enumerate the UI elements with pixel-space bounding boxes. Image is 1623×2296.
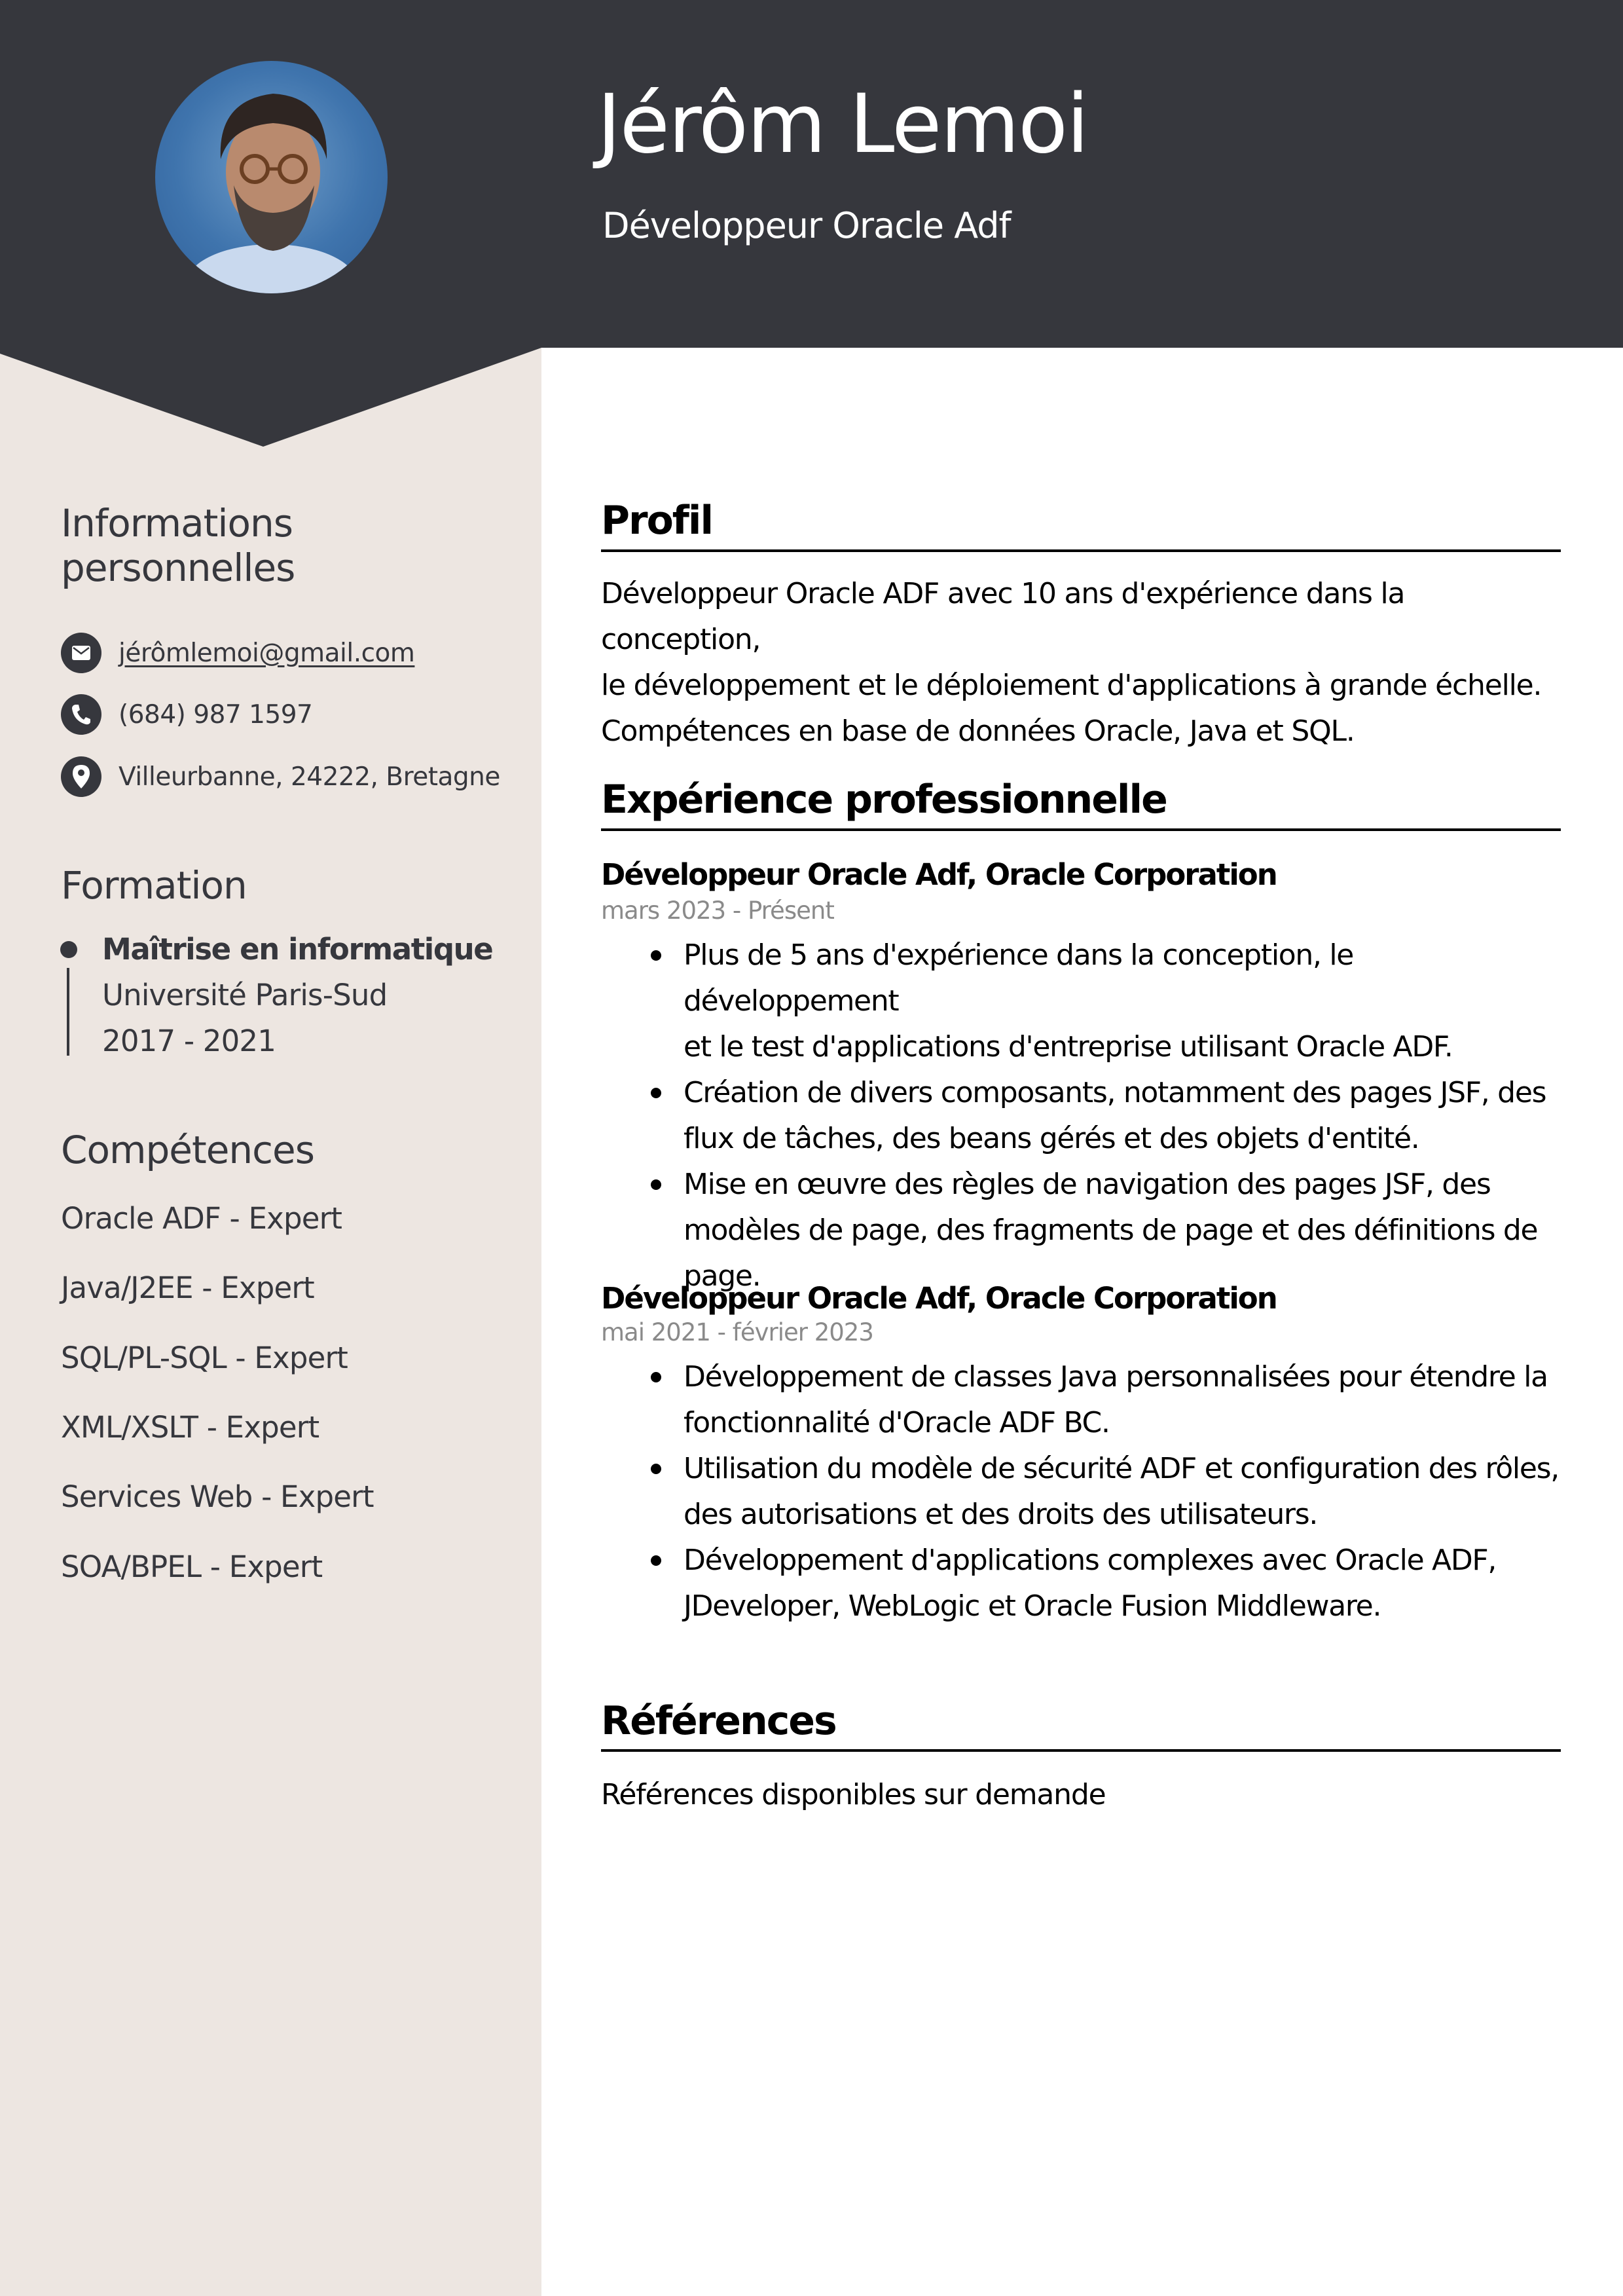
experience-divider [601, 828, 1561, 831]
job-dates: mars 2023 - Présent [601, 897, 835, 925]
bullet-icon [651, 1372, 661, 1382]
job-title: Développeur Oracle Adf, Oracle Corporati… [601, 1281, 1278, 1316]
personal-info-heading-line1: Informations [61, 501, 293, 546]
timeline-dot [60, 941, 77, 958]
skills-section: Compétences [61, 1128, 513, 1172]
bullet-icon [651, 1088, 661, 1098]
bullet-line: fonctionnalité d'Oracle ADF BC. [684, 1406, 1110, 1439]
map-pin-icon [61, 756, 101, 797]
profile-divider [601, 549, 1561, 552]
job-bullet: Développement de classes Java personnali… [651, 1354, 1561, 1446]
job-bullet: Plus de 5 ans d'expérience dans la conce… [651, 933, 1561, 1070]
profile-summary: Développeur Oracle ADF avec 10 ans d'exp… [601, 571, 1561, 754]
contact-phone: (684) 987 1597 [61, 694, 313, 735]
job-bullet: Mise en œuvre des règles de navigation d… [651, 1162, 1561, 1299]
bullet-line: Création de divers composants, notamment… [684, 1076, 1547, 1109]
location-text: Villeurbanne, 24222, Bretagne [119, 762, 500, 792]
phone-number: (684) 987 1597 [119, 699, 313, 730]
job-bullets: Plus de 5 ans d'expérience dans la conce… [651, 933, 1561, 1299]
references-heading: Références [601, 1698, 837, 1744]
bullet-line: Mise en œuvre des règles de navigation d… [684, 1168, 1491, 1201]
bullet-icon [651, 950, 661, 961]
bullet-line: Plus de 5 ans d'expérience dans la conce… [684, 938, 1354, 1018]
skill-item: Services Web - Expert [61, 1479, 374, 1514]
job-bullet: Développement d'applications complexes a… [651, 1538, 1561, 1629]
skill-item: Oracle ADF - Expert [61, 1201, 342, 1236]
personal-info-heading: Informations personnelles [61, 501, 513, 590]
references-text: Références disponibles sur demande [601, 1778, 1106, 1811]
bullet-icon [651, 1464, 661, 1474]
bullet-line: Développement de classes Java personnali… [684, 1360, 1548, 1394]
education-years: 2017 - 2021 [102, 1024, 276, 1058]
bullet-line: Développement d'applications complexes a… [684, 1544, 1497, 1577]
experience-heading: Expérience professionnelle [601, 777, 1168, 823]
profile-line: Développeur Oracle ADF avec 10 ans d'exp… [601, 577, 1405, 656]
timeline-line [67, 968, 69, 1056]
profile-line: Compétences en base de données Oracle, J… [601, 714, 1355, 748]
education-school: Université Paris-Sud [102, 978, 388, 1012]
bullet-line: JDeveloper, WebLogic et Oracle Fusion Mi… [684, 1589, 1381, 1623]
skill-item: SQL/PL-SQL - Expert [61, 1341, 348, 1375]
education-degree: Maîtrise en informatique [102, 932, 494, 967]
bullet-icon [651, 1555, 661, 1566]
bullet-line: Utilisation du modèle de sécurité ADF et… [684, 1452, 1559, 1485]
candidate-name: Jérôm Lemoi [597, 77, 1089, 172]
references-divider [601, 1749, 1561, 1752]
header-chevron [0, 347, 541, 447]
job-dates: mai 2021 - février 2023 [601, 1318, 874, 1346]
profile-line: le développement et le déploiement d'app… [601, 669, 1542, 702]
contact-location: Villeurbanne, 24222, Bretagne [61, 756, 500, 797]
profile-heading: Profil [601, 498, 714, 544]
job-bullet: Utilisation du modèle de sécurité ADF et… [651, 1446, 1561, 1538]
education-heading: Formation [61, 863, 247, 908]
bullet-line: et le test d'applications d'entreprise u… [684, 1030, 1453, 1064]
skill-item: SOA/BPEL - Expert [61, 1549, 323, 1584]
job-bullets: Développement de classes Java personnali… [651, 1354, 1561, 1629]
envelope-icon [61, 633, 101, 673]
education-section: Formation [61, 863, 513, 908]
skill-item: Java/J2EE - Expert [61, 1270, 315, 1305]
personal-info-heading-line2: personnelles [61, 546, 295, 590]
candidate-title: Développeur Oracle Adf [602, 205, 1012, 246]
bullet-line: modèles de page, des fragments de page e… [684, 1213, 1539, 1247]
bullet-line: des autorisations et des droits des util… [684, 1498, 1318, 1531]
skills-heading: Compétences [61, 1128, 315, 1172]
contact-email[interactable]: jérômlemoi@gmail.com [61, 633, 415, 673]
skill-item: XML/XSLT - Expert [61, 1410, 319, 1445]
job-bullet: Création de divers composants, notamment… [651, 1070, 1561, 1162]
person-portrait-icon [187, 94, 357, 293]
bullet-line: flux de tâches, des beans gérés et des o… [684, 1122, 1420, 1155]
email-link[interactable]: jérômlemoi@gmail.com [119, 639, 415, 668]
phone-icon [61, 694, 101, 735]
bullet-icon [651, 1179, 661, 1190]
profile-photo [155, 61, 388, 293]
job-title: Développeur Oracle Adf, Oracle Corporati… [601, 857, 1278, 892]
